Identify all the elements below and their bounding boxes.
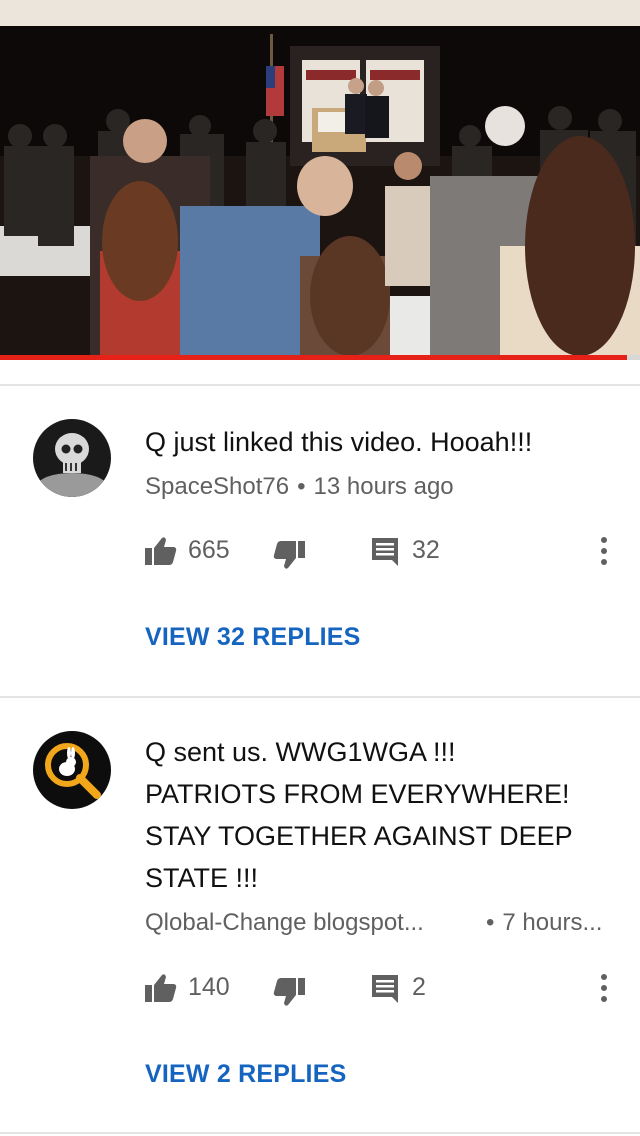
comment-text-line: STATE !!!	[145, 863, 259, 893]
thumbs-up-icon[interactable]	[145, 536, 177, 566]
thumbs-down-icon[interactable]	[273, 977, 305, 1007]
reply-comment-icon[interactable]	[372, 975, 398, 1003]
like-count: 140	[188, 973, 230, 1001]
meta-separator-dot: •	[297, 473, 306, 500]
video-progress-bar[interactable]	[0, 355, 640, 360]
reply-count: 32	[412, 536, 440, 564]
status-bar-strip	[0, 0, 640, 26]
comment-text: Q just linked this video. Hooah!!!	[145, 421, 615, 463]
meta-separator-dot: •	[486, 909, 495, 936]
comment-time: 7 hours...	[502, 909, 603, 936]
comment-text-line: PATRIOTS FROM EVERYWHERE!	[145, 779, 570, 809]
comment-item: Q just linked this video. Hooah!!! Space…	[0, 386, 640, 696]
thumbs-down-icon[interactable]	[273, 540, 305, 570]
like-count: 665	[188, 536, 230, 564]
video-progress-fill	[0, 355, 628, 360]
more-vertical-icon[interactable]	[592, 971, 616, 1005]
section-divider	[0, 1132, 640, 1134]
comment-actions: 140 2	[0, 969, 640, 1009]
comment-item: Q sent us. WWG1WGA !!! PATRIOTS FROM EVE…	[0, 698, 640, 1136]
comment-author[interactable]: Qlobal-Change blogspot...	[145, 909, 424, 937]
comment-text-line: Q just linked this video. Hooah!!!	[145, 427, 533, 457]
more-vertical-icon[interactable]	[592, 534, 616, 568]
thumbs-up-icon[interactable]	[145, 973, 177, 1003]
comment-time: 13 hours ago	[313, 473, 454, 500]
comment-text-line: Q sent us. WWG1WGA !!!	[145, 737, 456, 767]
comment-meta: SpaceShot76 • 13 hours ago	[145, 473, 454, 501]
comment-text-line: STAY TOGETHER AGAINST DEEP	[145, 821, 573, 851]
rabbit-magnifier-avatar-icon[interactable]	[33, 731, 111, 809]
comment-meta-time: • 7 hours...	[486, 909, 602, 937]
view-replies-button[interactable]: VIEW 32 REPLIES	[145, 623, 361, 652]
reply-comment-icon[interactable]	[372, 538, 398, 566]
comment-text: Q sent us. WWG1WGA !!! PATRIOTS FROM EVE…	[145, 731, 615, 899]
skull-avatar-icon[interactable]	[33, 419, 111, 497]
video-player[interactable]	[0, 26, 640, 356]
comment-actions: 665 32	[0, 532, 640, 572]
reply-count: 2	[412, 973, 426, 1001]
video-frame	[0, 26, 640, 356]
comment-author[interactable]: SpaceShot76	[145, 473, 289, 500]
view-replies-button[interactable]: VIEW 2 REPLIES	[145, 1060, 346, 1089]
